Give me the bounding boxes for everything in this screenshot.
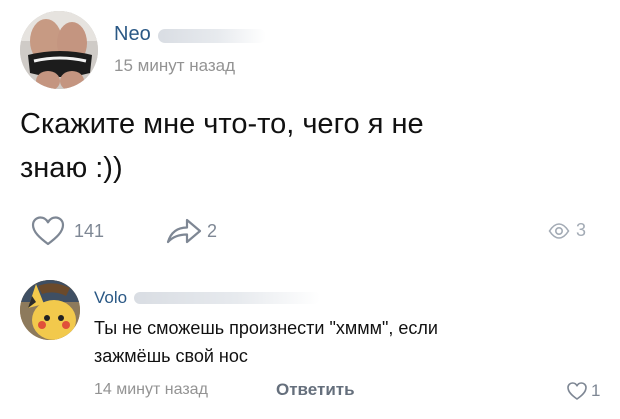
post-text: Скажите мне что-то, чего я не знаю :)) — [20, 102, 580, 190]
post-timestamp[interactable]: 15 минут назад — [114, 56, 235, 76]
avatar-photo — [20, 280, 80, 340]
post-author-avatar[interactable] — [20, 11, 98, 89]
redacted-name-blur — [158, 29, 266, 43]
comment-like-count: 1 — [591, 381, 601, 400]
comment-text: Ты не сможешь произнести "хммм", если за… — [94, 314, 594, 370]
views-count: 3 — [576, 220, 587, 240]
comment-text-line: Ты не сможешь произнести "хммм", если — [94, 318, 438, 338]
redacted-name-blur — [134, 292, 320, 304]
post-author-name[interactable]: Neo — [114, 23, 151, 46]
like-button[interactable]: 141 — [30, 215, 104, 247]
comment-like-button[interactable]: 1 — [566, 381, 600, 401]
reply-button[interactable]: Ответить — [276, 380, 355, 400]
eye-icon — [548, 222, 570, 239]
comment-author-avatar[interactable] — [20, 280, 80, 340]
comment-author-name[interactable]: Volo — [94, 288, 127, 308]
comment-text-line: зажмёшь свой нос — [94, 346, 248, 366]
post-text-line: Скажите мне что-то, чего я не — [20, 108, 424, 140]
views-counter: 3 — [548, 220, 586, 241]
comment-timestamp[interactable]: 14 минут назад — [94, 381, 208, 399]
share-count: 2 — [207, 220, 218, 241]
share-button[interactable]: 2 — [165, 215, 217, 247]
heart-icon — [31, 216, 65, 246]
share-arrow-icon — [166, 218, 202, 244]
post-text-line: знаю :)) — [20, 152, 123, 184]
like-count: 141 — [74, 220, 105, 241]
heart-icon — [567, 382, 587, 400]
avatar-photo — [20, 11, 98, 89]
